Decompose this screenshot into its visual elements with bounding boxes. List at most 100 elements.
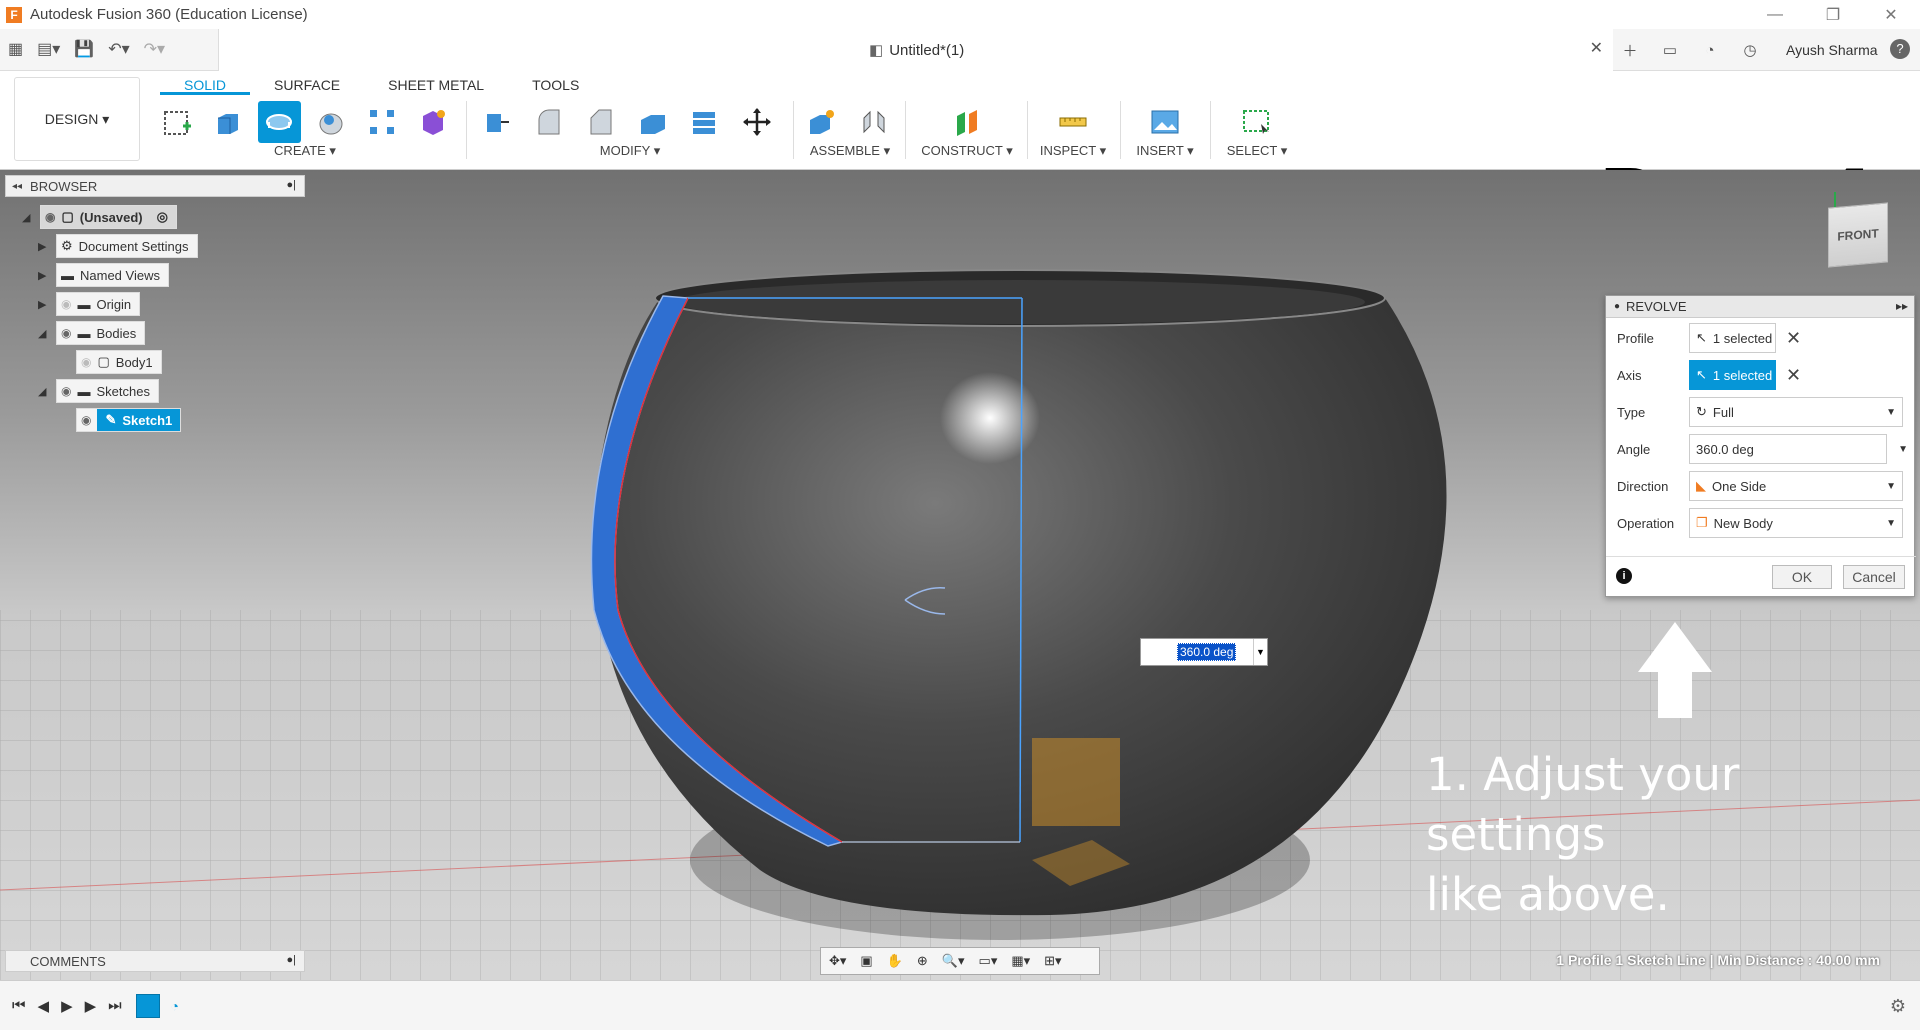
create-sketch-icon[interactable] xyxy=(155,101,198,143)
expand-triangle-icon[interactable]: ▶ xyxy=(38,240,52,253)
new-component-icon[interactable] xyxy=(800,101,844,143)
joint-icon[interactable] xyxy=(852,101,896,143)
eye-icon[interactable]: ◉ xyxy=(81,413,91,427)
rectangular-pattern-icon[interactable] xyxy=(360,101,403,143)
job-status-icon[interactable]: ◔ xyxy=(1700,40,1720,60)
close-window-button[interactable]: ✕ xyxy=(1862,0,1920,29)
pin-icon[interactable]: ●| xyxy=(286,179,296,191)
angle-input-value[interactable]: 360.0 deg xyxy=(1177,643,1237,661)
tab-surface[interactable]: SURFACE xyxy=(250,75,364,95)
construct-menu[interactable]: CONSTRUCT ▾ xyxy=(912,143,1022,159)
close-tab-button[interactable]: ✕ xyxy=(1590,38,1603,58)
dialog-header[interactable]: ● REVOLVE ▸▸ xyxy=(1606,296,1914,318)
tab-tools[interactable]: TOOLS xyxy=(508,75,603,95)
select-menu[interactable]: SELECT ▾ xyxy=(1218,143,1296,159)
redo-icon[interactable]: ↷▾ xyxy=(144,39,165,59)
zoom-window-icon[interactable]: 🔍▾ xyxy=(942,953,965,969)
collapse-triangle-icon[interactable]: ◢ xyxy=(38,385,52,398)
viewports-icon[interactable]: ⊞▾ xyxy=(1044,953,1061,969)
info-icon[interactable]: i xyxy=(1616,568,1632,584)
view-cube[interactable]: FRONT xyxy=(1828,202,1888,268)
grid-settings-icon[interactable]: ▦▾ xyxy=(1011,953,1030,969)
eye-hidden-icon[interactable]: ◉ xyxy=(61,297,71,311)
timeline-settings-icon[interactable]: ⚙ xyxy=(1890,996,1906,1017)
offset-plane-icon[interactable] xyxy=(945,101,989,143)
browser-item-bodies[interactable]: ◉ ▬ Bodies xyxy=(56,321,146,345)
extrude-icon[interactable] xyxy=(206,101,249,143)
collapse-triangle-icon[interactable]: ◢ xyxy=(22,211,36,224)
user-account[interactable]: Ayush Sharma xyxy=(1786,42,1878,58)
eye-icon[interactable]: ◉ xyxy=(45,210,55,224)
expand-dialog-icon[interactable]: ▸▸ xyxy=(1896,299,1908,313)
window-select-icon[interactable] xyxy=(1235,101,1279,143)
assemble-menu[interactable]: ASSEMBLE ▾ xyxy=(800,143,900,159)
zoom-icon[interactable]: ⊕ xyxy=(917,953,928,969)
display-settings-icon[interactable]: ▭▾ xyxy=(979,953,998,969)
orbit-icon[interactable]: ✥▾ xyxy=(829,953,846,969)
fillet-icon[interactable] xyxy=(527,101,571,143)
help-icon[interactable]: ? xyxy=(1890,39,1910,59)
direction-select[interactable]: ◣ One Side ▼ xyxy=(1689,471,1903,501)
create-form-icon[interactable] xyxy=(412,101,455,143)
pan-icon[interactable]: ✋ xyxy=(887,953,903,969)
clock-icon[interactable]: ◷ xyxy=(1740,40,1760,60)
revolve-icon[interactable] xyxy=(257,101,301,143)
press-pull-icon[interactable] xyxy=(475,101,519,143)
browser-item-sketch1[interactable]: ◉ ✎ Sketch1 xyxy=(76,408,182,432)
move-copy-icon[interactable] xyxy=(735,101,779,143)
create-menu[interactable]: CREATE ▾ xyxy=(155,143,455,159)
activate-radio-icon[interactable]: ◎ xyxy=(157,209,168,225)
save-icon[interactable]: 💾 xyxy=(74,39,94,59)
collapse-triangle-icon[interactable]: ◢ xyxy=(38,327,52,340)
expand-triangle-icon[interactable]: ▶ xyxy=(38,298,52,311)
angle-manipulator-input[interactable]: 360.0 deg ▼ xyxy=(1140,638,1268,666)
step-forward-icon[interactable]: ▶ xyxy=(85,997,97,1015)
data-panel-grid-icon[interactable]: ▦ xyxy=(8,39,23,59)
browser-item-document-settings[interactable]: ⚙ Document Settings xyxy=(56,234,198,258)
file-menu-icon[interactable]: ▤▾ xyxy=(37,39,60,59)
workspace-switcher[interactable]: DESIGN ▾ xyxy=(14,77,140,161)
browser-item-named-views[interactable]: ▬ Named Views xyxy=(56,263,169,287)
axis-selector[interactable]: ↖ 1 selected xyxy=(1689,360,1776,390)
step-back-icon[interactable]: ◀ xyxy=(38,997,50,1015)
insert-menu[interactable]: INSERT ▾ xyxy=(1126,143,1204,159)
clear-profile-button[interactable]: ✕ xyxy=(1786,328,1801,349)
expand-triangle-icon[interactable]: ▶ xyxy=(38,269,52,282)
tab-solid[interactable]: SOLID xyxy=(160,75,251,95)
angle-dropdown-icon[interactable]: ▼ xyxy=(1898,444,1908,455)
shell-icon[interactable] xyxy=(631,101,675,143)
eye-hidden-icon[interactable]: ◉ xyxy=(81,355,91,369)
undo-icon[interactable]: ↶▾ xyxy=(108,39,129,59)
angle-field[interactable]: 360.0 deg xyxy=(1689,434,1887,464)
timeline-sketch-item[interactable] xyxy=(135,993,160,1018)
go-to-end-icon[interactable]: ⏭ xyxy=(108,997,122,1014)
modify-menu[interactable]: MODIFY ▾ xyxy=(475,143,785,159)
browser-item-body1[interactable]: ◉ ▢ Body1 xyxy=(76,350,162,374)
inspect-menu[interactable]: INSPECT ▾ xyxy=(1033,143,1113,159)
operation-select[interactable]: ❐ New Body ▼ xyxy=(1689,508,1903,538)
document-tab[interactable]: ◧ Untitled*(1) ✕ xyxy=(218,29,1613,71)
new-tab-icon[interactable]: ＋ xyxy=(1620,40,1640,60)
clear-axis-button[interactable]: ✕ xyxy=(1786,365,1801,386)
combine-icon[interactable] xyxy=(683,101,727,143)
eye-icon[interactable]: ◉ xyxy=(61,326,71,340)
profile-selector[interactable]: ↖ 1 selected xyxy=(1689,323,1776,353)
angle-input-dropdown-icon[interactable]: ▼ xyxy=(1253,639,1267,665)
notifications-icon[interactable]: ▭ xyxy=(1660,40,1680,60)
browser-item-root[interactable]: ◉ ▢ (Unsaved) ◎ xyxy=(40,205,177,229)
minimize-button[interactable]: — xyxy=(1746,0,1804,29)
measure-icon[interactable] xyxy=(1051,101,1095,143)
type-select[interactable]: ↻ Full ▼ xyxy=(1689,397,1903,427)
collapse-icon[interactable]: ◂◂ xyxy=(12,181,22,192)
chamfer-icon[interactable] xyxy=(579,101,623,143)
sweep-icon[interactable] xyxy=(309,101,352,143)
cancel-button[interactable]: Cancel xyxy=(1843,565,1905,589)
go-to-start-icon[interactable]: ⏮ xyxy=(12,997,26,1014)
insert-image-icon[interactable] xyxy=(1143,101,1187,143)
browser-item-sketches[interactable]: ◉ ▬ Sketches xyxy=(56,379,159,403)
ok-button[interactable]: OK xyxy=(1772,565,1832,589)
eye-icon[interactable]: ◉ xyxy=(61,384,71,398)
browser-header[interactable]: ◂◂ BROWSER ●| xyxy=(5,175,305,197)
timeline-revolve-item[interactable]: ◔ xyxy=(164,995,186,1017)
comments-header[interactable]: COMMENTS ●| xyxy=(5,950,305,972)
